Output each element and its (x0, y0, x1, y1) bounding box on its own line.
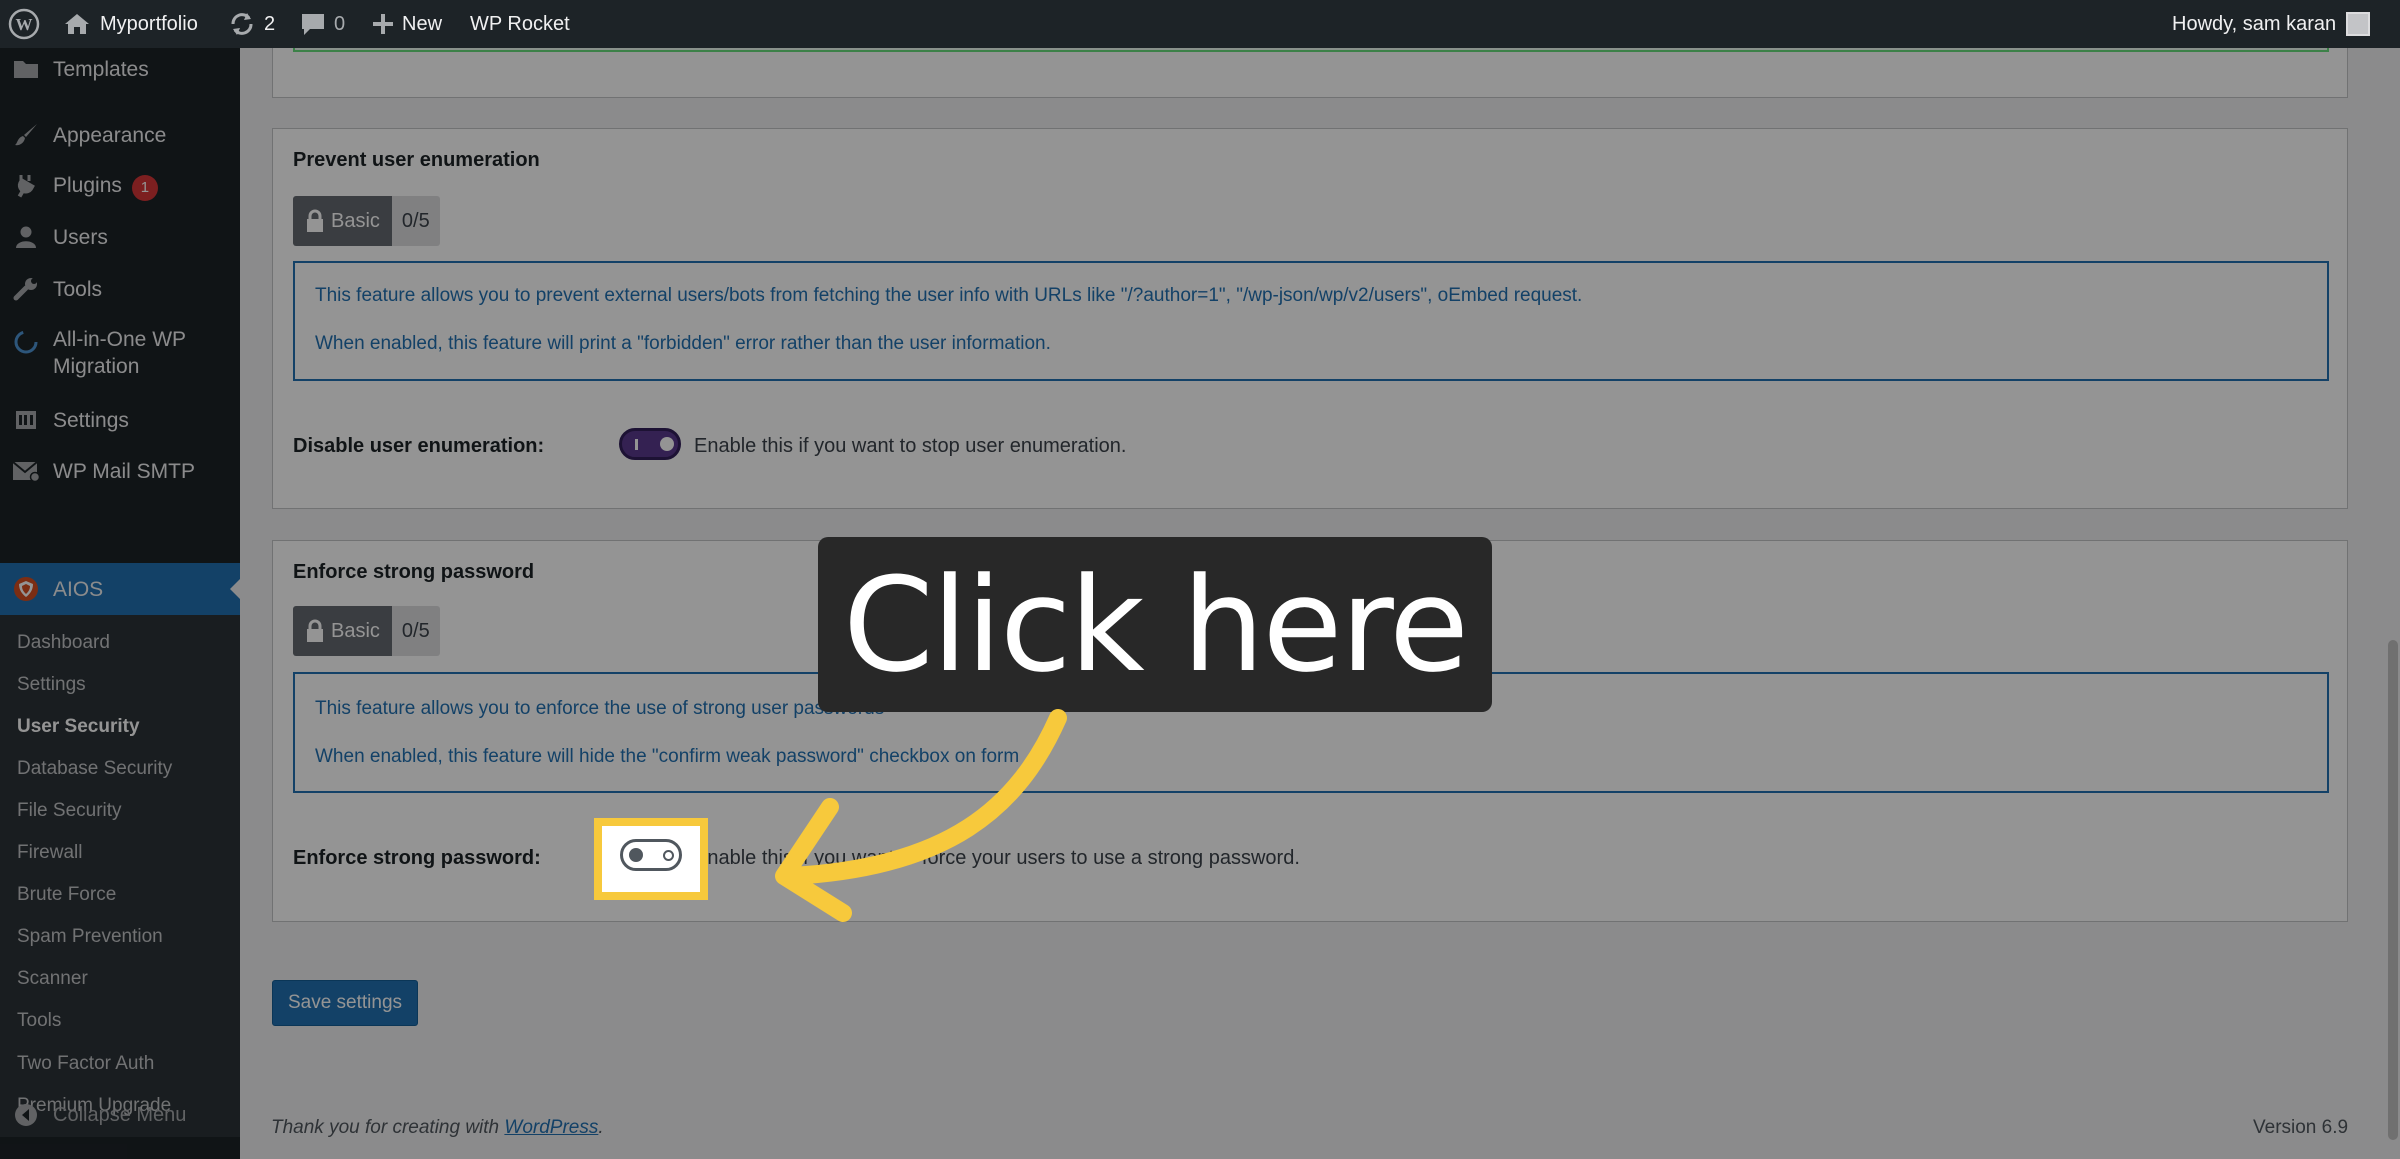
toggle-knob (629, 848, 643, 862)
wp-rocket-label: WP Rocket (470, 12, 570, 35)
new-label: New (402, 12, 443, 35)
wp-rocket-link[interactable]: WP Rocket (470, 0, 570, 48)
admin-bar: W Myportfolio 2 0 New WP Rocket Howdy, s… (0, 0, 2400, 48)
toggle-off-mark (663, 850, 674, 861)
home-icon (64, 12, 90, 36)
comments-link[interactable]: 0 (300, 0, 345, 48)
updates-count: 2 (264, 12, 276, 35)
highlight-box (594, 818, 708, 900)
howdy-text: Howdy, sam karan (2172, 12, 2337, 35)
wordpress-logo-icon[interactable]: W (8, 0, 40, 48)
updates-icon (228, 11, 256, 37)
plus-icon (372, 13, 394, 35)
updates-link[interactable]: 2 (228, 0, 275, 48)
enforce-strong-password-toggle[interactable] (620, 839, 682, 871)
avatar (2346, 12, 2371, 36)
comment-icon (300, 12, 326, 36)
new-content-link[interactable]: New (372, 0, 442, 48)
my-account-link[interactable]: Howdy, sam karan (2172, 0, 2371, 48)
comments-count: 0 (334, 12, 346, 35)
click-here-callout: Click here (818, 537, 1492, 712)
callout-text: Click here (842, 548, 1469, 701)
site-name-link[interactable]: Myportfolio (64, 0, 198, 48)
svg-text:W: W (16, 15, 33, 34)
site-name: Myportfolio (100, 12, 198, 35)
